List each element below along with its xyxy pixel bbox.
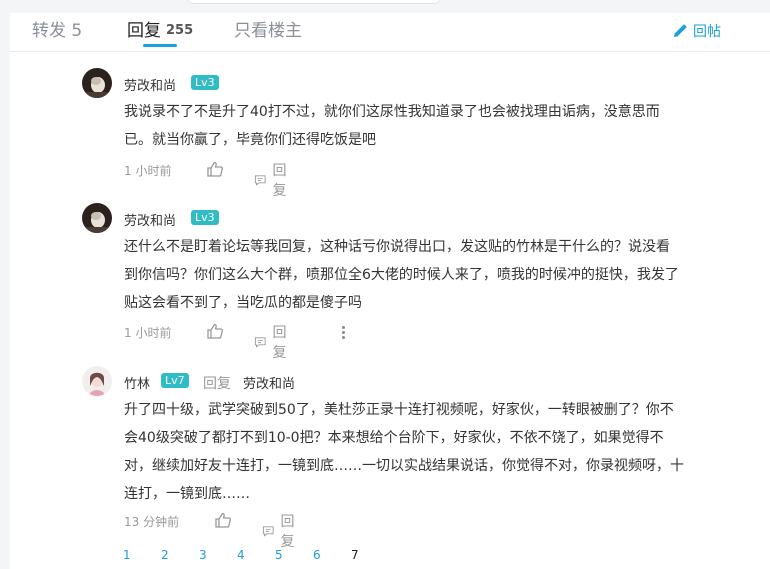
- avatar[interactable]: [82, 203, 112, 233]
- username[interactable]: 劳改和尚: [124, 75, 176, 94]
- comment-icon: [254, 175, 266, 186]
- reply-button[interactable]: 回复: [262, 511, 300, 551]
- comment-line: 连打，一镜到底……: [124, 486, 250, 502]
- comment-text: 我说录不了不是升了40打不过，就你们这尿性我知道录了也会被找理由诟病，没意思而 …: [124, 98, 738, 154]
- more-options-icon[interactable]: [336, 322, 350, 342]
- comment-line: 升了四十级，武学突破到50了，美杜莎正录十连打视频呢，好家伙，一转眼被删了？你不: [124, 402, 674, 418]
- active-tab-indicator: [143, 44, 177, 47]
- like-button[interactable]: [214, 511, 232, 532]
- replies-panel: 转发 5 回复 255 只看楼主 回帖 劳改和尚 Lv3 我说录不了不是升了40…: [10, 13, 770, 569]
- page-link-4[interactable]: 4: [237, 548, 245, 562]
- comment-line: 已。就当你赢了，毕竟你们还得吃饭是吧: [124, 132, 376, 148]
- page-link-2[interactable]: 2: [161, 548, 169, 562]
- tab-op-only[interactable]: 只看楼主: [234, 16, 302, 41]
- like-button[interactable]: [206, 322, 224, 343]
- reply-post-button[interactable]: 回帖: [672, 21, 721, 41]
- comment-text: 升了四十级，武学突破到50了，美杜莎正录十连打视频呢，好家伙，一转眼被删了？你不…: [124, 396, 738, 508]
- page-link-5[interactable]: 5: [275, 548, 283, 562]
- comment-line: 贴这会看不到了，当吃瓜的都是傻子吗: [124, 295, 362, 311]
- comment-line: 到你信吗？你们这么大个群，喷那位全6大佬的时候人来了，喷我的时候冲的挺快，我发了: [124, 267, 679, 283]
- thumbs-up-icon: [207, 323, 223, 339]
- comment-line: 对，继续加好友十连打，一镜到底……一切以实战结果说话，你觉得不对，你录视频呀，十: [124, 458, 684, 474]
- page-link-3[interactable]: 3: [199, 548, 207, 562]
- comment-text: 还什么不是盯着论坛等我回复，这种话亏你说得出口，发这贴的竹林是干什么的？说没看 …: [124, 233, 738, 317]
- reply-target-user[interactable]: 劳改和尚: [243, 373, 295, 392]
- reply-button-label: 回复: [272, 163, 287, 199]
- tab-replies-count: 255: [166, 23, 194, 38]
- reply-button[interactable]: 回复: [254, 160, 292, 200]
- username[interactable]: 劳改和尚: [124, 210, 176, 229]
- comment-icon: [254, 337, 266, 348]
- level-badge: Lv7: [161, 373, 189, 388]
- comment-line: 会40级突破了都打不到10-0把？本来想给个台阶下，好家伙，不依不饶了，如果觉得…: [124, 430, 664, 446]
- comment-icon: [262, 526, 274, 537]
- avatar[interactable]: [82, 68, 112, 98]
- comment-line: 还什么不是盯着论坛等我回复，这种话亏你说得出口，发这贴的竹林是干什么的？说没看: [124, 239, 670, 255]
- page-current-7: 7: [351, 548, 359, 562]
- timestamp: 13 分钟前: [124, 515, 180, 529]
- reply-indicator: 回复: [203, 376, 231, 392]
- comment-line: 我说录不了不是升了40打不过，就你们这尿性我知道录了也会被找理由诟病，没意思而: [124, 104, 660, 120]
- reply-button-label: 回复: [272, 325, 287, 361]
- level-badge: Lv3: [191, 210, 219, 225]
- tab-replies[interactable]: 回复 255: [127, 16, 193, 41]
- like-button[interactable]: [206, 160, 224, 181]
- thumbs-up-icon: [207, 161, 223, 177]
- reply-post-label: 回帖: [693, 24, 721, 40]
- tab-forward[interactable]: 转发 5: [32, 16, 82, 41]
- search-box-edge: [186, 0, 442, 4]
- reply-tabs: 转发 5 回复 255 只看楼主 回帖: [10, 13, 770, 52]
- avatar[interactable]: [82, 366, 112, 396]
- timestamp: 1 小时前: [124, 326, 172, 340]
- thumbs-up-icon: [215, 512, 231, 528]
- page-link-1[interactable]: 1: [123, 548, 131, 562]
- pencil-icon: [674, 24, 687, 37]
- reply-button[interactable]: 回复: [254, 322, 292, 362]
- username[interactable]: 竹林: [124, 373, 150, 392]
- reply-button-label: 回复: [280, 514, 295, 550]
- page-link-6[interactable]: 6: [313, 548, 321, 562]
- timestamp: 1 小时前: [124, 164, 172, 178]
- level-badge: Lv3: [191, 75, 219, 90]
- tab-replies-label: 回复: [127, 21, 161, 41]
